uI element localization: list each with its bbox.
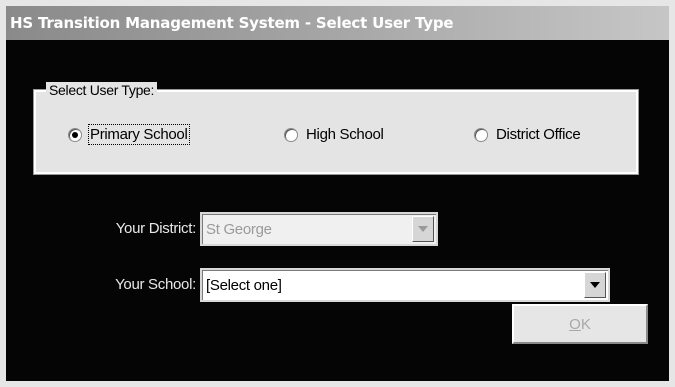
school-dropdown-arrow-icon[interactable]: [584, 272, 606, 298]
radio-selected-icon: [68, 127, 82, 142]
dialog-window: HS Transition Management System - Select…: [0, 0, 675, 387]
school-select[interactable]: [Select one]: [200, 268, 610, 302]
radio-unselected-icon: [284, 127, 298, 142]
district-select[interactable]: St George: [200, 212, 438, 246]
district-dropdown-arrow-icon[interactable]: [412, 216, 434, 242]
radio-primary-school-label: Primary School: [88, 124, 190, 145]
district-select-value: St George: [206, 220, 272, 238]
school-label: Your School:: [115, 276, 196, 293]
window-title-bar[interactable]: HS Transition Management System - Select…: [6, 6, 669, 40]
school-select-value: [Select one]: [206, 276, 282, 294]
user-type-groupbox: Select User Type: Primary School High Sc…: [33, 82, 639, 175]
radio-unselected-icon: [474, 127, 488, 142]
user-type-legend: Select User Type:: [46, 82, 158, 98]
ok-button-mnemonic: O: [569, 315, 581, 333]
ok-button[interactable]: OK: [512, 304, 648, 344]
district-label: Your District:: [115, 220, 197, 237]
ok-button-label-rest: K: [580, 315, 591, 333]
window-title: HS Transition Management System - Select…: [10, 14, 454, 32]
radio-high-school-label: High School: [306, 126, 384, 143]
radio-high-school[interactable]: High School: [284, 126, 384, 143]
radio-district-office[interactable]: District Office: [474, 126, 581, 143]
radio-primary-school[interactable]: Primary School: [68, 124, 190, 145]
radio-district-office-label: District Office: [496, 126, 581, 143]
